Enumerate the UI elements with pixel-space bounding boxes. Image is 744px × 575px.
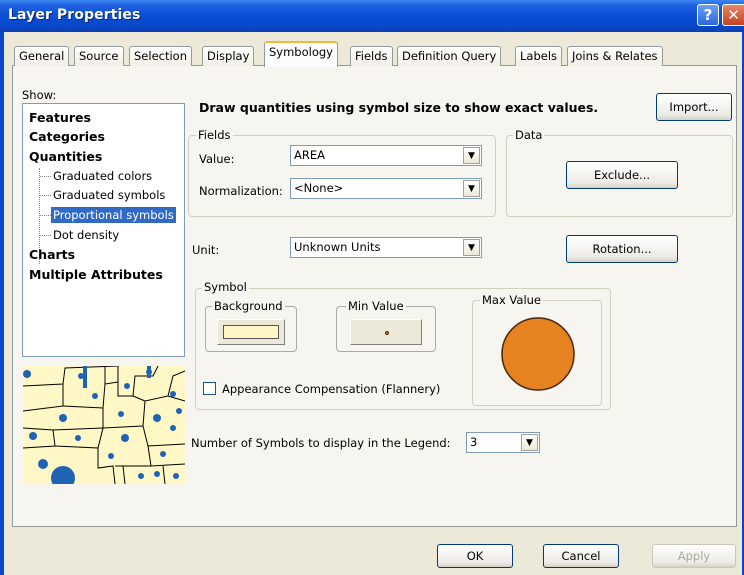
show-label: Show: <box>22 88 57 102</box>
tree-branch <box>40 235 51 236</box>
show-list[interactable]: Features Categories Quantities Graduated… <box>22 103 185 357</box>
max-value-label: Max Value <box>480 293 544 307</box>
show-item-proportional-symbols[interactable]: Proportional symbols <box>51 207 176 223</box>
background-label: Background <box>212 299 285 313</box>
legend-count-value: 3 <box>470 435 478 449</box>
tab-joins-relates[interactable]: Joins & Relates <box>567 46 663 66</box>
rotation-button[interactable]: Rotation... <box>566 235 678 263</box>
chevron-down-icon[interactable]: ▼ <box>463 147 480 164</box>
tab-selection[interactable]: Selection <box>129 46 192 66</box>
show-item-dot-density[interactable]: Dot density <box>53 227 119 243</box>
chevron-down-icon[interactable]: ▼ <box>463 239 480 256</box>
import-button[interactable]: Import... <box>656 93 732 121</box>
show-item-features[interactable]: Features <box>29 110 91 126</box>
tab-display[interactable]: Display <box>202 46 255 66</box>
normalization-select[interactable]: <None> ▼ <box>290 178 482 199</box>
close-icon[interactable]: ✕ <box>722 4 744 26</box>
normalization-label: Normalization: <box>199 184 283 198</box>
cancel-button[interactable]: Cancel <box>543 544 619 568</box>
show-item-multiple-attributes[interactable]: Multiple Attributes <box>29 267 163 283</box>
background-swatch <box>223 325 279 339</box>
data-legend: Data <box>513 128 545 142</box>
show-item-categories[interactable]: Categories <box>29 129 105 145</box>
chevron-down-icon[interactable]: ▼ <box>521 434 538 451</box>
unit-select[interactable]: Unknown Units ▼ <box>290 237 482 258</box>
value-label: Value: <box>199 152 235 166</box>
show-item-charts[interactable]: Charts <box>29 247 75 263</box>
preview-map-graphic <box>23 366 185 484</box>
apply-button[interactable]: Apply <box>652 544 736 568</box>
tree-branch <box>40 176 51 177</box>
legend-count-select[interactable]: 3 ▼ <box>466 432 540 453</box>
symbology-description: Draw quantities using symbol size to sho… <box>199 100 599 115</box>
symbol-legend: Symbol <box>202 280 249 294</box>
title-bar[interactable]: Layer Properties ? ✕ <box>0 0 744 32</box>
ok-button[interactable]: OK <box>437 544 513 568</box>
unit-select-value: Unknown Units <box>294 240 381 254</box>
exclude-button[interactable]: Exclude... <box>566 161 678 189</box>
background-button[interactable] <box>217 319 285 345</box>
appearance-compensation-checkbox[interactable] <box>203 382 216 395</box>
tab-symbology[interactable]: Symbology <box>264 41 338 67</box>
chevron-down-icon[interactable]: ▼ <box>463 180 480 197</box>
appearance-compensation-label: Appearance Compensation (Flannery) <box>222 382 441 396</box>
tab-general[interactable]: General <box>14 46 70 66</box>
tree-branch <box>40 195 51 196</box>
max-symbol-icon <box>501 317 575 391</box>
min-value-button[interactable] <box>350 319 422 345</box>
tab-labels[interactable]: Labels <box>515 46 563 66</box>
legend-count-label: Number of Symbols to display in the Lege… <box>191 436 451 450</box>
show-item-graduated-colors[interactable]: Graduated colors <box>53 168 152 184</box>
tree-branch <box>40 215 51 216</box>
normalization-select-value: <None> <box>294 181 344 195</box>
tab-definition-query[interactable]: Definition Query <box>397 46 502 66</box>
min-value-label: Min Value <box>346 299 406 313</box>
symbology-preview-map <box>23 366 185 484</box>
fields-legend: Fields <box>196 128 233 142</box>
tab-source[interactable]: Source <box>74 46 124 66</box>
show-item-quantities[interactable]: Quantities <box>29 149 102 165</box>
value-select-value: AREA <box>294 148 325 162</box>
window-border-left <box>0 32 4 575</box>
help-icon[interactable]: ? <box>697 4 719 26</box>
window-title: Layer Properties <box>8 7 141 23</box>
show-item-graduated-symbols[interactable]: Graduated symbols <box>53 187 165 203</box>
unit-label: Unit: <box>192 243 220 257</box>
value-select[interactable]: AREA ▼ <box>290 145 482 166</box>
tab-fields[interactable]: Fields <box>350 46 393 66</box>
min-symbol-icon <box>385 331 389 335</box>
